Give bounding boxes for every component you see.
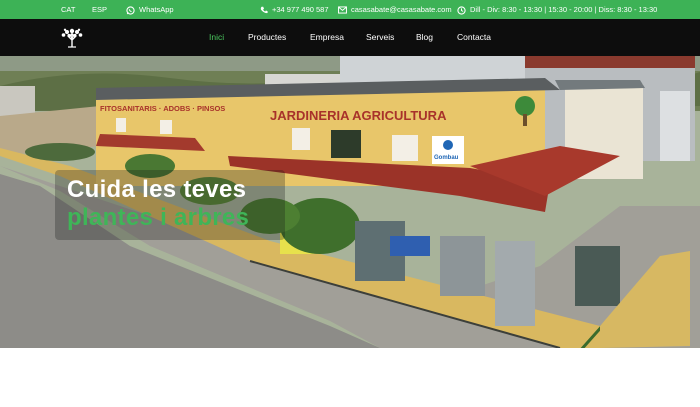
phone-link[interactable]: +34 977 490 587 bbox=[260, 0, 329, 19]
nav-productes[interactable]: Productes bbox=[248, 19, 286, 56]
email-address: casasabate@casasabate.com bbox=[351, 5, 452, 14]
whatsapp-link[interactable]: WhatsApp bbox=[126, 0, 174, 19]
hero-title-line2: plantes i arbres bbox=[67, 204, 250, 231]
opening-hours-text: Dill - Div: 8:30 - 13:30 | 15:30 - 20:00… bbox=[470, 5, 658, 14]
sign-brand-text: Gombau bbox=[434, 155, 459, 161]
phone-number: +34 977 490 587 bbox=[272, 5, 329, 14]
whatsapp-icon bbox=[126, 5, 135, 15]
mail-icon bbox=[338, 6, 347, 14]
nav-empresa[interactable]: Empresa bbox=[310, 19, 344, 56]
hero-title-line1: Cuida les teves bbox=[67, 176, 247, 203]
sign-left-text: FITOSANITARIS · ADOBS · PINSOS bbox=[100, 104, 225, 113]
lang-cat-link[interactable]: CAT bbox=[61, 0, 75, 19]
opening-hours: Dill - Div: 8:30 - 13:30 | 15:30 - 20:00… bbox=[457, 0, 657, 19]
email-link[interactable]: casasabate@casasabate.com bbox=[338, 0, 452, 19]
phone-icon bbox=[260, 6, 268, 14]
tree-logo-icon bbox=[61, 28, 83, 48]
hero-banner: FITOSANITARIS · ADOBS · PINSOS JARDINERI… bbox=[0, 56, 700, 348]
nav-contacta[interactable]: Contacta bbox=[457, 19, 491, 56]
sign-main-text: JARDINERIA AGRICULTURA bbox=[270, 108, 447, 123]
nav-serveis[interactable]: Serveis bbox=[366, 19, 394, 56]
top-info-bar: CAT ESP WhatsApp +34 977 490 587 casasab… bbox=[0, 0, 700, 19]
lang-esp-link[interactable]: ESP bbox=[92, 0, 107, 19]
hero-headline: Cuida les teves plantes i arbres bbox=[55, 170, 285, 240]
main-navbar: Inici Productes Empresa Serveis Blog Con… bbox=[0, 19, 700, 56]
whatsapp-label: WhatsApp bbox=[139, 5, 174, 14]
nav-inici[interactable]: Inici bbox=[209, 19, 224, 56]
clock-icon bbox=[457, 5, 466, 15]
nav-blog[interactable]: Blog bbox=[416, 19, 433, 56]
site-logo[interactable] bbox=[58, 26, 86, 48]
